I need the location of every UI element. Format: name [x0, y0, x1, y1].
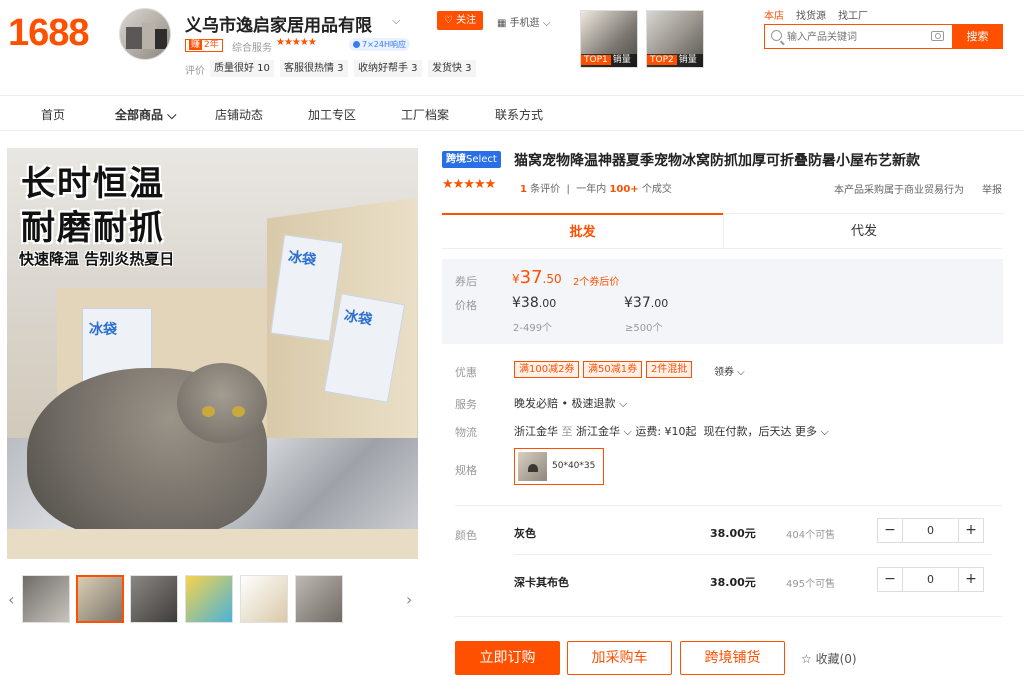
- crossborder-button[interactable]: 跨境铺货: [680, 641, 785, 675]
- response-badge: 7×24H响应: [349, 38, 410, 51]
- trade-note: 本产品采购属于商业贸易行为: [834, 185, 964, 196]
- search-button[interactable]: 搜索: [952, 24, 1003, 49]
- camera-icon[interactable]: [931, 31, 944, 41]
- logistics-label: 物流: [455, 426, 477, 439]
- shop-nav: 首页 全部商品 ⌵ 店铺动态 加工专区 工厂档案 联系方式: [0, 95, 1024, 131]
- main-product-image[interactable]: 冰袋 冰袋 冰袋 长时恒温 耐磨耐抓 快速降温 告别炎热夏日: [7, 148, 418, 559]
- search-box[interactable]: [764, 24, 952, 49]
- favorite-button[interactable]: ☆ 收藏(0): [801, 650, 857, 667]
- tier-price: ¥38.00: [512, 295, 557, 311]
- promo-tag[interactable]: 2件混批: [646, 361, 693, 378]
- gallery-thumb[interactable]: [295, 575, 343, 623]
- color-stock: 495个可售: [786, 579, 836, 590]
- tier-qty: ≥500个: [625, 323, 663, 334]
- service-label: 综合服务: [232, 43, 272, 54]
- promo-label: 优惠: [455, 366, 477, 379]
- nav-contact[interactable]: 联系方式: [495, 106, 543, 123]
- service-stars: ★★★★★: [276, 37, 317, 48]
- hero-subtitle: 快速降温 告别炎热夏日: [19, 250, 175, 268]
- color-label: 颜色: [455, 529, 477, 542]
- scope-tab-source[interactable]: 找货源: [796, 7, 826, 22]
- crossborder-select-badge: 跨境Select: [442, 151, 501, 168]
- qr-icon: ▦: [497, 18, 507, 29]
- years-badge: 赚 2年: [185, 39, 223, 52]
- add-to-cart-button[interactable]: 加采购车: [567, 641, 672, 675]
- nav-home[interactable]: 首页: [41, 106, 65, 123]
- eval-tag[interactable]: 收纳好帮手 3: [354, 60, 422, 77]
- coupon-price-label: 券后: [455, 275, 477, 288]
- shop-avatar[interactable]: [119, 8, 171, 60]
- search-input[interactable]: [787, 29, 917, 45]
- chevron-down-icon[interactable]: ⌵: [392, 14, 400, 28]
- plus-button[interactable]: +: [958, 519, 983, 542]
- mobile-link[interactable]: ▦ 手机逛 ⌵: [497, 14, 550, 29]
- quantity-stepper[interactable]: − 0 +: [877, 518, 984, 543]
- tab-wholesale[interactable]: 批发: [442, 213, 723, 249]
- coupon-note: 2个券后价: [573, 277, 620, 288]
- eval-tag[interactable]: 发货快 3: [428, 60, 476, 77]
- color-name: 深卡其布色: [514, 576, 569, 589]
- gallery-thumb[interactable]: [22, 575, 70, 623]
- eval-tag[interactable]: 客服很热情 3: [280, 60, 348, 77]
- chevron-left-icon[interactable]: ‹: [8, 590, 14, 609]
- scope-tab-factory[interactable]: 找工厂: [838, 7, 868, 22]
- plus-button[interactable]: +: [958, 568, 983, 591]
- top-product-2[interactable]: TOP2 销量: [646, 10, 704, 68]
- chevron-right-icon[interactable]: ›: [406, 590, 412, 609]
- top-product-1[interactable]: TOP1 销量: [580, 10, 638, 68]
- minus-button[interactable]: −: [878, 519, 903, 542]
- color-stock: 404个可售: [786, 530, 836, 541]
- site-logo[interactable]: 1688: [8, 12, 90, 55]
- service-row-label: 服务: [455, 398, 477, 411]
- nav-all-products[interactable]: 全部商品 ⌵: [115, 106, 176, 123]
- spec-label: 规格: [455, 464, 477, 477]
- nav-processing[interactable]: 加工专区: [308, 106, 356, 123]
- spec-option[interactable]: 50*40*35: [514, 448, 604, 485]
- product-meta: 1 条评价 | 一年内 100+ 个成交: [520, 184, 672, 195]
- gallery-thumb[interactable]: [76, 575, 124, 623]
- quantity-stepper[interactable]: − 0 +: [877, 567, 984, 592]
- buy-now-button[interactable]: 立即订购: [455, 641, 560, 675]
- product-title: 猫窝宠物降温神器夏季宠物冰窝防抓加厚可折叠防暑小屋布艺新款: [514, 153, 920, 169]
- eval-label: 评价: [185, 66, 205, 77]
- hero-title-2: 耐磨耐抓: [21, 208, 165, 248]
- color-price: 38.00元: [710, 576, 756, 589]
- tab-dropship[interactable]: 代发: [723, 213, 1004, 249]
- coupon-price: ¥37.50: [512, 267, 562, 288]
- logistics-value[interactable]: 浙江金华 至 浙江金华 ⌵ 运费: ¥10起 现在付款，后天达 更多 ⌵: [514, 423, 829, 439]
- quantity-value[interactable]: 0: [903, 568, 958, 591]
- gallery-thumb[interactable]: [130, 575, 178, 623]
- color-price: 38.00元: [710, 527, 756, 540]
- minus-button[interactable]: −: [878, 568, 903, 591]
- get-coupon-dropdown[interactable]: 领券 ⌵: [714, 363, 745, 378]
- promo-tag[interactable]: 满100减2券: [514, 361, 580, 378]
- quantity-value[interactable]: 0: [903, 519, 958, 542]
- scope-tab-store[interactable]: 本店: [764, 7, 784, 22]
- purchase-tabs: 批发 代发: [442, 213, 1004, 249]
- nav-news[interactable]: 店铺动态: [215, 106, 263, 123]
- report-link[interactable]: 举报: [982, 181, 1002, 196]
- spec-thumbnail: [518, 452, 547, 481]
- color-name: 灰色: [514, 527, 536, 540]
- shop-name[interactable]: 义乌市逸启家居用品有限: [185, 11, 372, 36]
- rating-stars: ★★★★★: [442, 177, 496, 192]
- follow-button[interactable]: ♡ 关注: [437, 11, 483, 30]
- nav-factory[interactable]: 工厂档案: [401, 106, 449, 123]
- tier-qty: 2-499个: [513, 323, 553, 334]
- hero-title-1: 长时恒温: [21, 164, 165, 204]
- promo-tag[interactable]: 满50减1券: [583, 361, 643, 378]
- service-value[interactable]: 晚发必赔 • 极速退款 ⌵: [514, 395, 627, 411]
- price-label: 价格: [455, 299, 477, 312]
- gallery-thumb[interactable]: [240, 575, 288, 623]
- eval-tag[interactable]: 质量很好 10: [210, 60, 274, 77]
- search-icon: [771, 30, 782, 41]
- gallery-thumb[interactable]: [185, 575, 233, 623]
- star-icon: ☆: [801, 652, 812, 666]
- tier-price: ¥37.00: [624, 295, 669, 311]
